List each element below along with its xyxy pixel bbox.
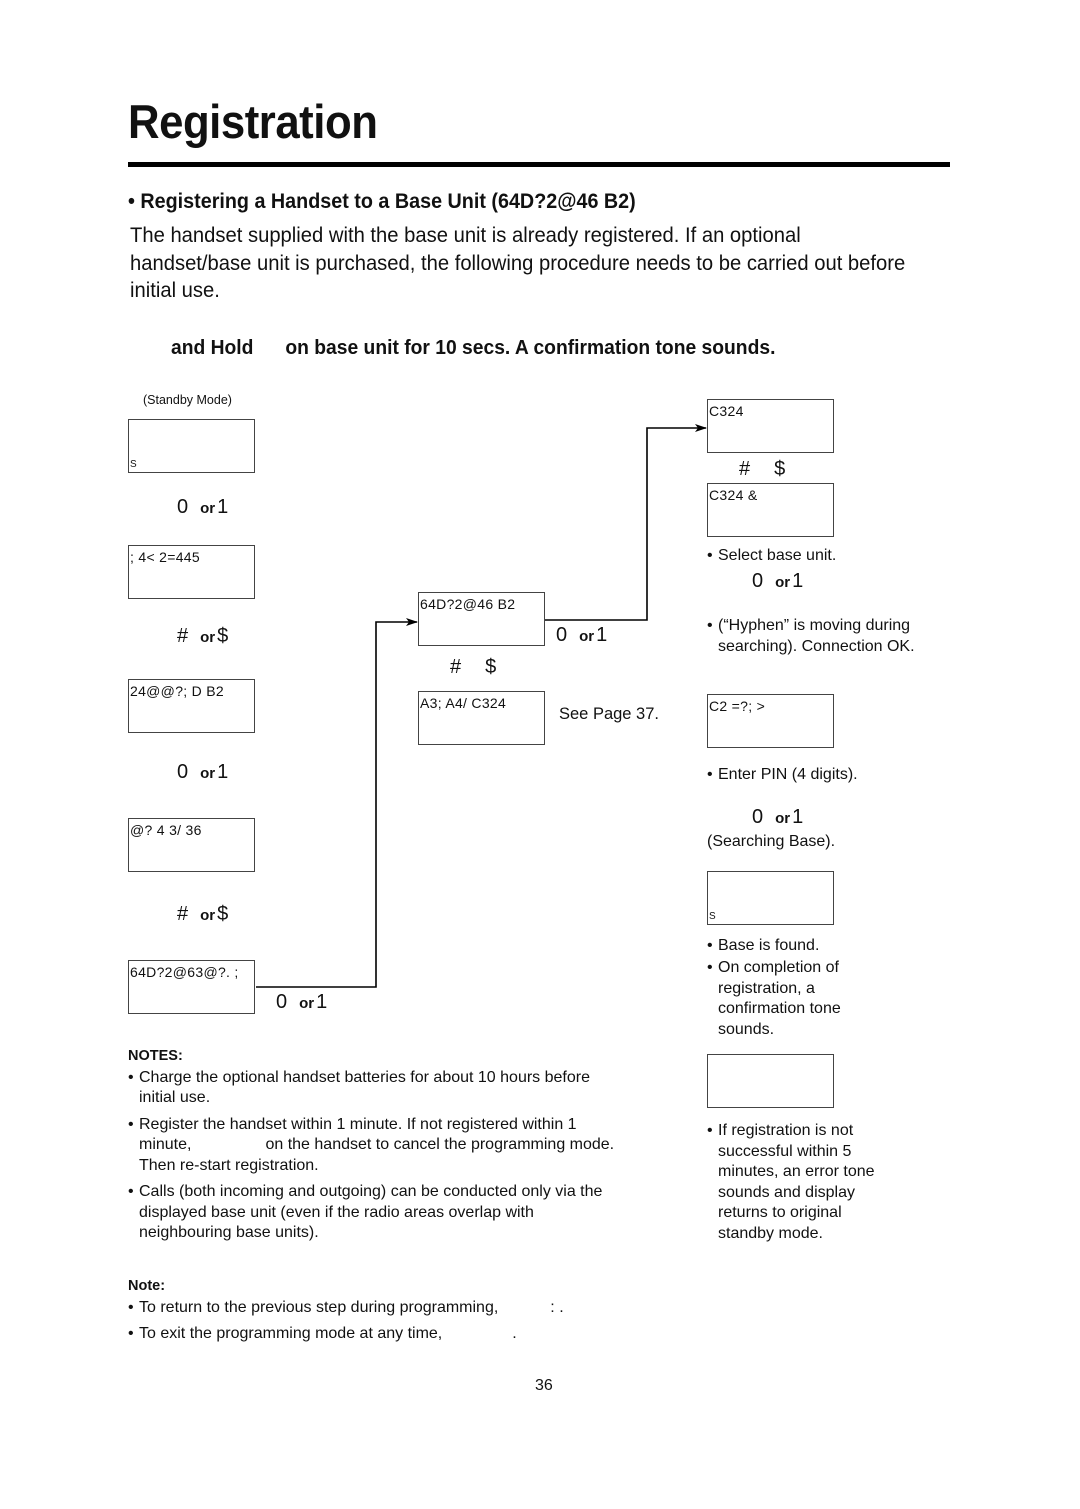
or-label: or bbox=[775, 574, 791, 591]
key-a: 0 bbox=[177, 496, 189, 518]
connector-middle-to-right bbox=[545, 424, 707, 621]
note-error: • If registration is not successful withi… bbox=[707, 1122, 875, 1242]
key-choice: 0 or 1 bbox=[177, 761, 228, 784]
lcd-display: C324 & bbox=[707, 483, 834, 537]
lcd-line2: S bbox=[130, 459, 137, 470]
or-label: or bbox=[200, 629, 216, 646]
or-label: or bbox=[200, 500, 216, 517]
key-choice: # or $ bbox=[177, 903, 228, 926]
note-enter-pin: • Enter PIN (4 digits). bbox=[707, 766, 858, 783]
lcd-line1: 64D?2@46 B2 bbox=[420, 596, 516, 612]
or-label: or bbox=[200, 907, 216, 924]
notes-heading: NOTES: bbox=[128, 1048, 183, 1064]
lcd-line1: C324 bbox=[709, 403, 744, 419]
key-a: 0 bbox=[177, 761, 189, 783]
or-label: or bbox=[775, 810, 791, 827]
scroll-keys: # $ bbox=[450, 656, 496, 679]
key-a: # bbox=[177, 625, 189, 647]
lcd-line2: S bbox=[709, 911, 716, 922]
note-item: • Register the handset within 1 minute. I… bbox=[128, 1115, 615, 1174]
key-choice: 0 or 1 bbox=[556, 624, 607, 647]
key-a: 0 bbox=[752, 570, 764, 592]
key-b: 1 bbox=[316, 991, 328, 1013]
lcd-display: C324 bbox=[707, 399, 834, 453]
key-b: 1 bbox=[792, 806, 804, 828]
note-block: Note: • To return to the previous step du… bbox=[128, 1276, 688, 1345]
scroll-down-key: $ bbox=[485, 656, 497, 678]
note-item: • To return to the previous step during p… bbox=[128, 1298, 564, 1316]
note-item: • Calls (both incoming and outgoing) can … bbox=[128, 1183, 603, 1241]
lcd-line1: 24@@?; D B2 bbox=[130, 683, 224, 699]
key-choice: 0 or 1 bbox=[752, 806, 803, 829]
note-item: • Charge the optional handset batteries f… bbox=[128, 1068, 590, 1107]
note-base-found: • Base is found. bbox=[707, 937, 820, 954]
note-item: • To exit the programming mode at any tim… bbox=[128, 1325, 517, 1342]
scroll-down-key: $ bbox=[774, 458, 786, 480]
key-b: 1 bbox=[596, 624, 608, 646]
lcd-display: C2 =?; > bbox=[707, 694, 834, 748]
key-b: 1 bbox=[217, 761, 229, 783]
lcd-line1: C2 =?; > bbox=[709, 698, 766, 714]
or-label: or bbox=[200, 765, 216, 782]
lcd-display: 64D?2@63@?. ; bbox=[128, 960, 255, 1014]
key-choice: 0 or 1 bbox=[177, 496, 228, 519]
key-a: 0 bbox=[276, 991, 288, 1013]
or-label: or bbox=[299, 995, 315, 1012]
key-a: # bbox=[177, 903, 189, 925]
lcd-line1: @? 4 3/ 36 bbox=[130, 822, 202, 838]
lcd-display: S bbox=[128, 419, 255, 473]
scroll-up-key: # bbox=[450, 656, 462, 678]
key-b: $ bbox=[217, 903, 229, 925]
lcd-line1: C324 & bbox=[709, 487, 758, 503]
or-label: or bbox=[579, 628, 595, 645]
lcd-line1: 64D?2@63@?. ; bbox=[130, 964, 239, 980]
scroll-keys: # $ bbox=[739, 458, 785, 481]
note-hyphen: • (“Hyphen” is moving during searching). … bbox=[707, 617, 915, 655]
standby-caption: (Standby Mode) bbox=[143, 393, 232, 407]
lcd-line1: A3; A4/ C324 bbox=[420, 695, 507, 711]
lcd-display: A3; A4/ C324 bbox=[418, 691, 545, 745]
key-b: 1 bbox=[217, 496, 229, 518]
lcd-display bbox=[707, 1054, 834, 1108]
key-choice: 0 or 1 bbox=[752, 570, 803, 593]
key-choice: # or $ bbox=[177, 625, 228, 648]
key-b: $ bbox=[217, 625, 229, 647]
scroll-up-key: # bbox=[739, 458, 751, 480]
lcd-display: S bbox=[707, 871, 834, 925]
key-a: 0 bbox=[556, 624, 568, 646]
lcd-display: 64D?2@46 B2 bbox=[418, 592, 545, 646]
see-page-link[interactable]: See Page 37. bbox=[559, 705, 659, 724]
key-b: 1 bbox=[792, 570, 804, 592]
note-heading: Note: bbox=[128, 1278, 166, 1294]
notes-block: NOTES: • Charge the optional handset batt… bbox=[128, 1046, 628, 1244]
lcd-display: 24@@?; D B2 bbox=[128, 679, 255, 733]
key-choice: 0 or 1 bbox=[276, 991, 327, 1014]
lcd-display: @? 4 3/ 36 bbox=[128, 818, 255, 872]
connector-left-to-middle bbox=[256, 618, 418, 988]
note-select-base: • Select base unit. bbox=[707, 547, 837, 564]
lcd-display: ; 4< 2=445 bbox=[128, 545, 255, 599]
lcd-line1: ; 4< 2=445 bbox=[130, 549, 200, 565]
note-completion: • On completion of registration, a confir… bbox=[707, 959, 841, 1038]
page-number: 36 bbox=[535, 1377, 553, 1394]
key-a: 0 bbox=[752, 806, 764, 828]
searching-caption: (Searching Base). bbox=[707, 833, 836, 850]
